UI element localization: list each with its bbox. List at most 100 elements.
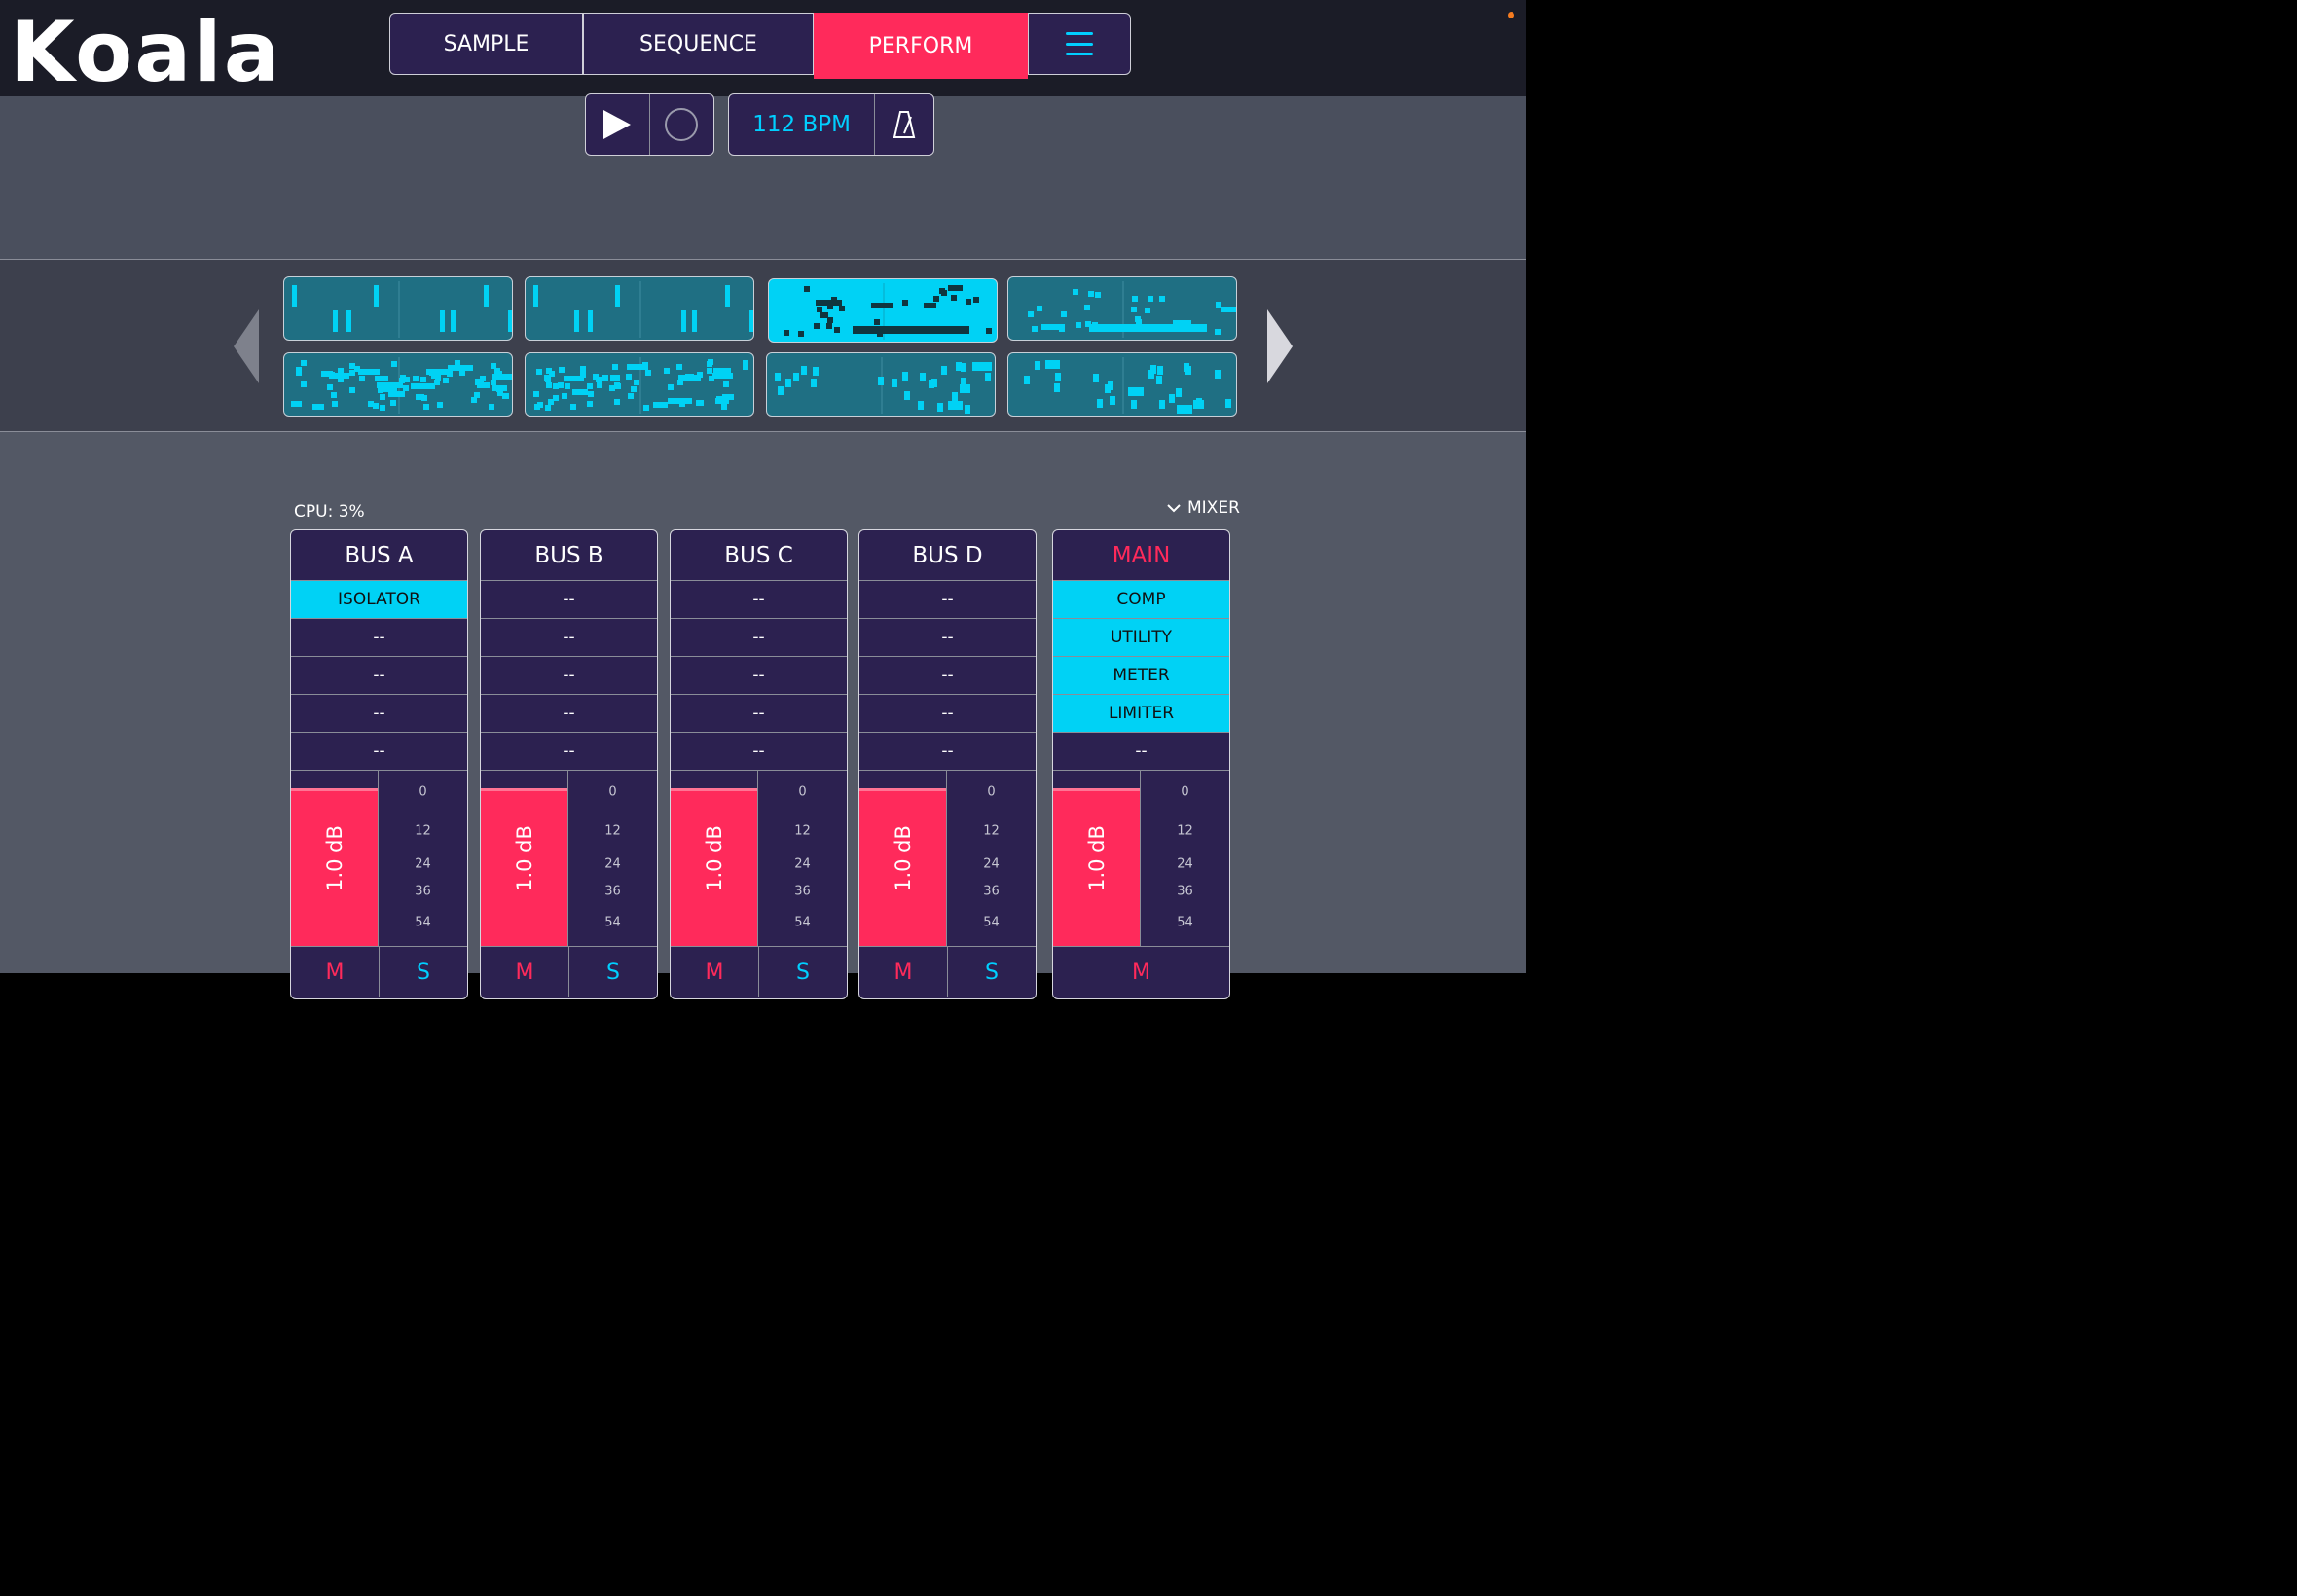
channel-name: BUS B [481,530,657,581]
chevron-right-icon[interactable] [1265,308,1294,385]
scale-tick: 54 [1177,915,1193,930]
effect-slot[interactable]: -- [671,657,847,695]
solo-button[interactable]: S [947,947,1036,998]
scale-tick: 36 [1177,884,1193,899]
channel-name: BUS C [671,530,847,581]
scale-tick: 36 [415,884,431,899]
gain-label: 1.0 dB [1085,825,1109,891]
pattern-slot[interactable] [1007,276,1237,341]
pattern-preview [775,357,992,414]
effect-slot[interactable]: -- [1053,733,1229,771]
metronome-icon [893,111,916,138]
effect-slot[interactable]: -- [859,695,1036,733]
effect-slot[interactable]: ISOLATOR [291,581,467,619]
scale-tick: 0 [608,784,617,800]
effect-slot[interactable]: METER [1053,657,1229,695]
metronome-button[interactable] [875,94,933,155]
effect-slot[interactable]: -- [291,657,467,695]
mute-button[interactable]: M [671,947,758,998]
tab-sequence[interactable]: SEQUENCE [583,13,814,75]
channel-name: BUS A [291,530,467,581]
effect-slot[interactable]: LIMITER [1053,695,1229,733]
effect-slot[interactable]: -- [671,733,847,771]
mixer-toggle-label: MIXER [1187,498,1240,518]
effect-slot[interactable]: -- [859,733,1036,771]
volume-fader[interactable]: 1.0 dB [481,771,568,946]
fader-row: 1.0 dB 0 12 24 36 54 [671,771,847,947]
effect-slot[interactable]: -- [291,695,467,733]
effect-slot[interactable]: -- [291,733,467,771]
pattern-slot[interactable] [525,352,754,417]
pattern-preview [1028,281,1236,338]
fader-cap [671,788,757,791]
scale-tick: 12 [983,823,1000,839]
effect-slot[interactable]: COMP [1053,581,1229,619]
effect-slot[interactable]: -- [481,695,657,733]
solo-button[interactable]: S [568,947,657,998]
effect-slot[interactable]: -- [481,657,657,695]
volume-fader[interactable]: 1.0 dB [859,771,947,946]
scale-tick: 36 [794,884,811,899]
mixer-toggle[interactable]: MIXER [1166,498,1240,518]
effect-slot[interactable]: -- [671,695,847,733]
scale-tick: 24 [1177,856,1193,872]
volume-fader[interactable]: 1.0 dB [291,771,379,946]
effect-slot[interactable]: -- [859,581,1036,619]
bpm-display[interactable]: 112 BPM [729,94,876,155]
effect-slot[interactable]: -- [481,733,657,771]
tab-sample[interactable]: SAMPLE [389,13,583,75]
effect-slot[interactable]: -- [291,619,467,657]
level-scale: 0 12 24 36 54 [568,771,657,946]
mute-button[interactable]: M [859,947,947,998]
pattern-slot[interactable] [525,276,754,341]
pattern-slot[interactable] [283,276,513,341]
record-button[interactable] [650,94,714,155]
fader-row: 1.0 dB 0 12 24 36 54 [481,771,657,947]
volume-fader[interactable]: 1.0 dB [671,771,758,946]
menu-button[interactable] [1028,13,1131,75]
pattern-slot[interactable] [768,278,998,343]
fader-row: 1.0 dB 0 12 24 36 54 [1053,771,1229,947]
pattern-preview [784,283,992,340]
scale-tick: 12 [604,823,621,839]
scale-tick: 0 [798,784,807,800]
solo-button[interactable]: S [379,947,467,998]
pattern-preview [533,357,748,414]
tab-perform[interactable]: PERFORM [814,13,1028,79]
volume-fader[interactable]: 1.0 dB [1053,771,1141,946]
scale-tick: 0 [987,784,996,800]
record-icon [665,108,699,141]
channel-strip: BUS C -- -- -- -- -- 1.0 dB 0 12 24 36 54 M S [670,529,848,999]
effect-slot[interactable]: -- [671,581,847,619]
scale-tick: 24 [983,856,1000,872]
pattern-slot[interactable] [1007,352,1237,417]
mute-button[interactable]: M [481,947,568,998]
chevron-left-icon[interactable] [232,308,261,385]
effect-slot[interactable]: -- [859,657,1036,695]
mode-tabs: SAMPLE SEQUENCE PERFORM [389,13,1131,79]
effect-slot[interactable]: -- [859,619,1036,657]
solo-button[interactable]: S [758,947,847,998]
pattern-preview [1024,357,1231,414]
effect-slot[interactable]: -- [481,619,657,657]
mute-button[interactable]: M [1053,947,1229,998]
level-scale: 0 12 24 36 54 [1141,771,1229,946]
status-dot [1508,12,1514,18]
mute-button[interactable]: M [291,947,379,998]
effect-slot[interactable]: -- [481,581,657,619]
channel-strip: MAIN COMP UTILITY METER LIMITER -- 1.0 dB 0 12 24… [1052,529,1230,999]
scale-tick: 54 [415,915,431,930]
pattern-slot[interactable] [283,352,513,417]
fader-cap [859,788,946,791]
pattern-slot[interactable] [766,352,996,417]
play-button[interactable] [586,94,650,155]
scale-tick: 0 [1181,784,1189,800]
scale-tick: 0 [419,784,427,800]
effect-slot[interactable]: -- [671,619,847,657]
pattern-strip [0,259,1526,432]
pattern-preview [291,357,512,414]
fader-cap [481,788,567,791]
scale-tick: 24 [794,856,811,872]
tab-sequence-label: SEQUENCE [639,31,757,56]
effect-slot[interactable]: UTILITY [1053,619,1229,657]
